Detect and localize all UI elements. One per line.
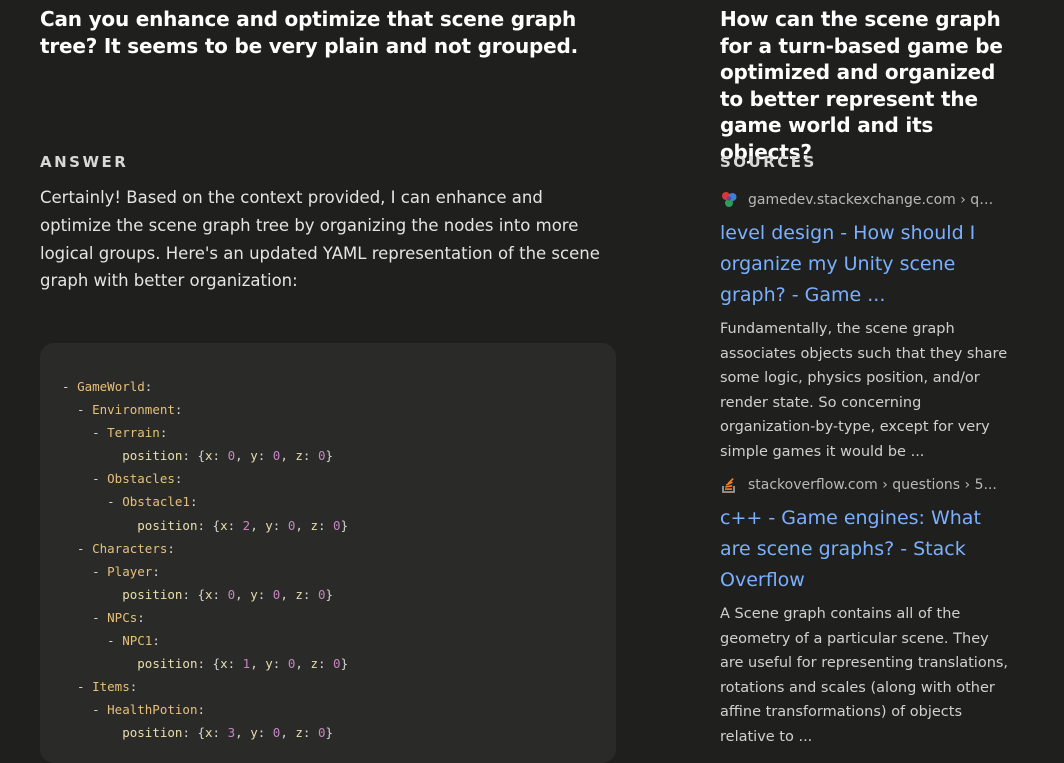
gamedev-stackexchange-icon <box>720 191 738 209</box>
code-line: position: {x: 0, y: 0, z: 0} <box>122 586 334 602</box>
code-line: - Characters: <box>62 540 175 556</box>
code-line: - NPC1: <box>62 633 160 649</box>
yaml-code[interactable]: - GameWorld: - Environment: - Terrain: p… <box>62 375 348 745</box>
code-line: - Terrain: <box>62 425 168 441</box>
answer-label: ANSWER <box>40 153 129 171</box>
source-domain: gamedev.stackexchange.com › qu... <box>748 192 998 208</box>
related-question-heading: How can the scene graph for a turn-based… <box>720 7 1003 164</box>
source-snippet: A Scene graph contains all of the geomet… <box>720 606 1009 745</box>
source-snippet: Fundamentally, the scene graph associate… <box>720 321 1008 460</box>
source-card: gamedev.stackexchange.com › qu... level … <box>720 190 1010 464</box>
source-title-link[interactable]: level design - How should I organize my … <box>720 218 1010 311</box>
code-line: - Items: <box>62 679 138 695</box>
stackoverflow-icon <box>720 476 738 494</box>
code-line: - Obstacles: <box>62 471 183 487</box>
code-line: position: {x: 0, y: 0, z: 0} <box>122 448 334 464</box>
code-line: - Obstacle1: <box>62 494 198 510</box>
code-line: - HealthPotion: <box>62 702 205 718</box>
code-line: - Environment: <box>62 402 183 418</box>
code-line: position: {x: 3, y: 0, z: 0} <box>122 725 334 741</box>
source-card: stackoverflow.com › questions › 5... c++… <box>720 475 1010 749</box>
answer-text: Certainly! Based on the context provided… <box>40 188 600 291</box>
source-domain: stackoverflow.com › questions › 5... <box>748 477 997 493</box>
source-meta: gamedev.stackexchange.com › qu... <box>720 190 1010 210</box>
code-block[interactable]: - GameWorld: - Environment: - Terrain: p… <box>40 343 616 763</box>
code-line: - NPCs: <box>62 609 145 625</box>
question-heading: Can you enhance and optimize that scene … <box>40 7 578 58</box>
code-line: position: {x: 1, y: 0, z: 0} <box>137 656 349 672</box>
source-title-link[interactable]: c++ - Game engines: What are scene graph… <box>720 503 1010 596</box>
code-line: - GameWorld: <box>62 379 153 394</box>
sources-label: SOURCES <box>720 153 817 171</box>
code-line: position: {x: 2, y: 0, z: 0} <box>137 517 349 533</box>
source-meta: stackoverflow.com › questions › 5... <box>720 475 1010 495</box>
code-line: - Player: <box>62 563 160 579</box>
